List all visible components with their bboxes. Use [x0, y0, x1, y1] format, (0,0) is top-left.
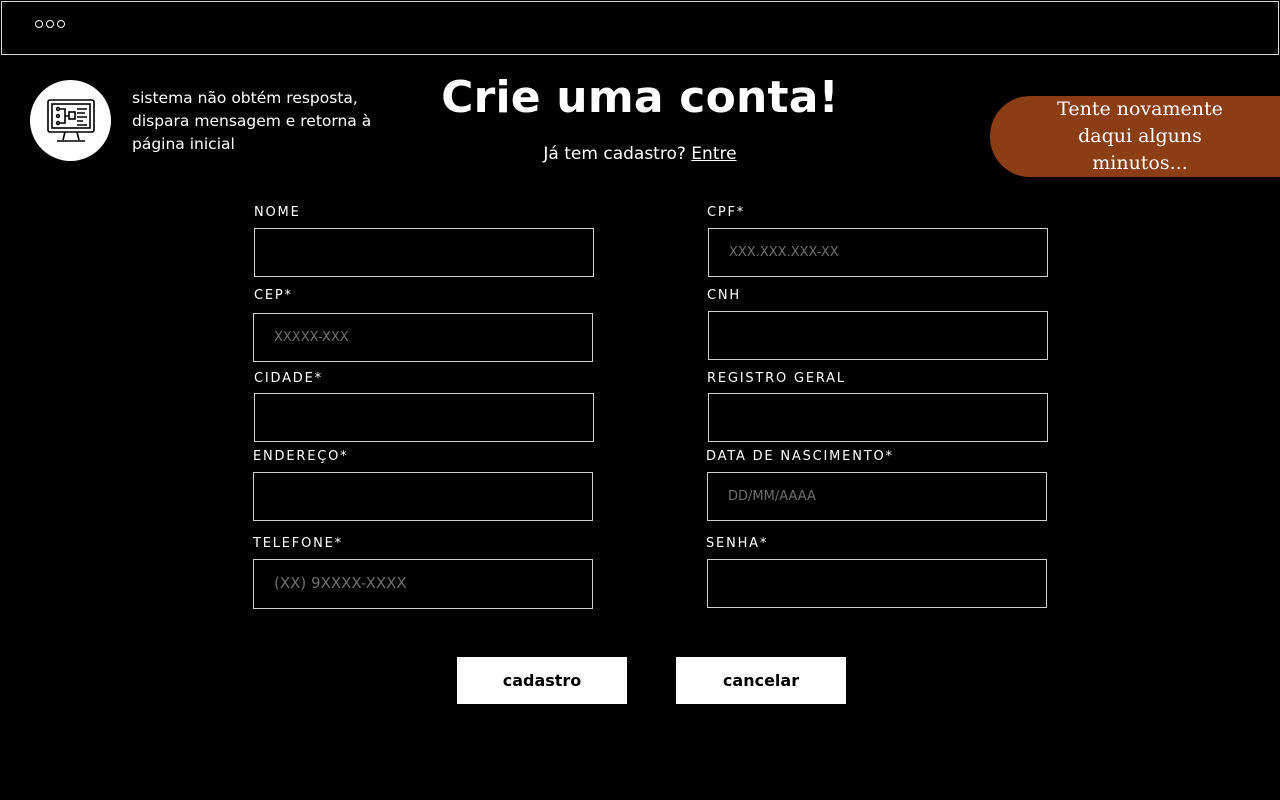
rg-field[interactable]	[708, 393, 1048, 442]
endereco-label: ENDEREÇO*	[253, 449, 349, 464]
cnh-label: CNH	[707, 288, 741, 303]
error-toast: Tente novamente daqui alguns minutos...	[990, 96, 1280, 177]
cnh-field[interactable]	[708, 311, 1048, 360]
login-link[interactable]: Entre	[691, 144, 736, 164]
cidade-field[interactable]	[254, 393, 594, 442]
window-dots-icon[interactable]	[35, 20, 65, 28]
rg-label: REGISTRO GERAL	[707, 371, 846, 386]
senha-label: SENHA*	[706, 536, 769, 551]
page-title: Crie uma conta!	[441, 72, 839, 123]
toast-message: Tente novamente daqui alguns minutos...	[1057, 98, 1223, 174]
senha-field[interactable]	[707, 559, 1047, 608]
cep-field[interactable]	[253, 313, 593, 362]
nascimento-label: DATA DE NASCIMENTO*	[706, 449, 894, 464]
computer-monitor-icon	[30, 80, 111, 161]
telefone-label: TELEFONE*	[253, 536, 343, 551]
login-prompt-text: Já tem cadastro?	[543, 144, 686, 164]
nome-label: NOME	[254, 205, 301, 220]
cadastro-button[interactable]: cadastro	[457, 657, 627, 704]
cpf-label: CPF*	[707, 205, 746, 220]
cancelar-button[interactable]: cancelar	[676, 657, 846, 704]
cpf-field[interactable]	[708, 228, 1048, 277]
login-prompt: Já tem cadastro? Entre	[440, 144, 840, 164]
endereco-field[interactable]	[253, 472, 593, 521]
system-note: sistema não obtém resposta, dispara mens…	[132, 89, 372, 153]
cidade-label: CIDADE*	[254, 371, 323, 386]
top-bar	[1, 1, 1279, 55]
cep-label: CEP*	[254, 288, 293, 303]
telefone-field[interactable]	[253, 559, 593, 609]
nome-field[interactable]	[254, 228, 594, 277]
nascimento-field[interactable]	[707, 472, 1047, 521]
